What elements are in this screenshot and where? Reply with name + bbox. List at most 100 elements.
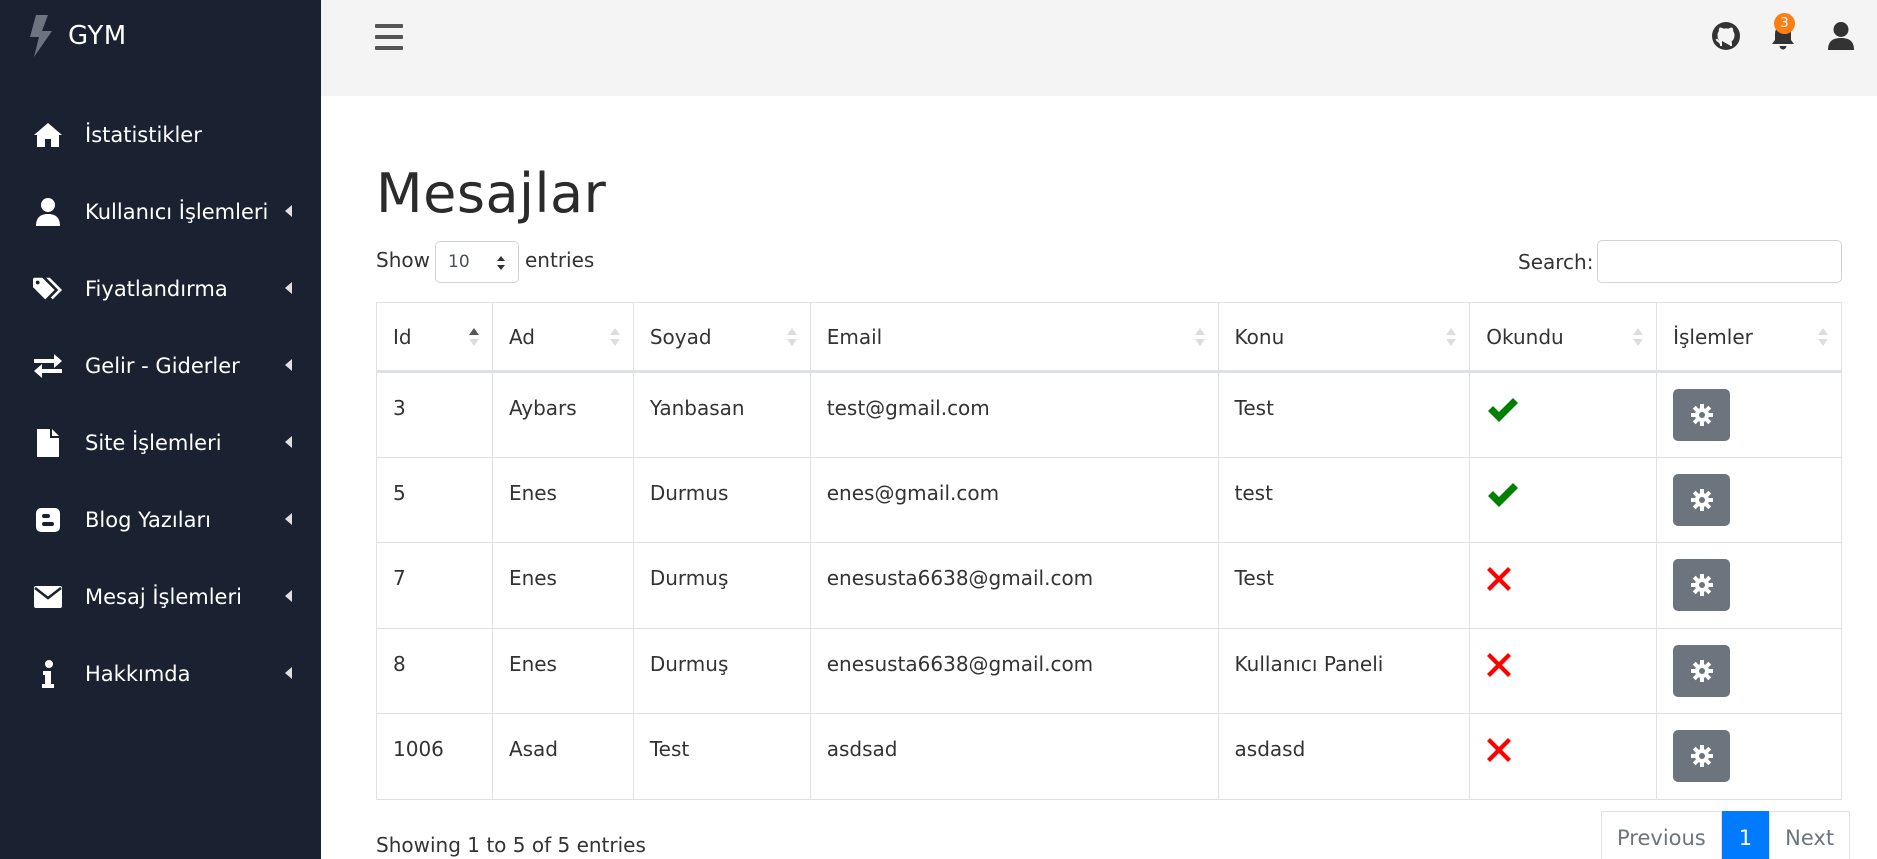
sidebar-item-istatistikler[interactable]: İstatistikler [0, 96, 321, 173]
file-icon [33, 428, 63, 458]
sidebar-item-label: İstatistikler [85, 122, 202, 147]
sidebar-item-fiyatlandirma[interactable]: Fiyatlandırma [0, 250, 321, 327]
previous-page-button[interactable]: Previous [1601, 811, 1722, 859]
cell-ad: Enes [491, 627, 634, 715]
cell-id: 3 [376, 371, 493, 458]
caret-left-icon [285, 666, 292, 679]
cross-icon [1487, 652, 1512, 677]
cell-email: asdsad [809, 713, 1219, 800]
gear-icon [1690, 659, 1713, 682]
menu-toggle-icon[interactable] [375, 24, 403, 50]
column-header-islemler[interactable]: İşlemler [1656, 302, 1842, 373]
column-header-okundu[interactable]: Okundu [1469, 302, 1658, 373]
caret-left-icon [285, 435, 292, 448]
cell-actions [1656, 627, 1842, 715]
caret-left-icon [285, 512, 292, 525]
column-header-id[interactable]: Id [376, 302, 493, 373]
table-row: 3 Aybars Yanbasan test@gmail.com Test [376, 371, 1842, 458]
cell-konu: asdasd [1217, 713, 1471, 800]
sidebar-item-label: Hakkımda [85, 661, 191, 686]
cell-soyad: Durmuş [632, 542, 811, 629]
settings-button[interactable] [1673, 730, 1731, 783]
sidebar-item-label: Gelir - Giderler [85, 353, 240, 378]
cell-konu: Test [1217, 371, 1471, 458]
entries-label: entries [525, 248, 595, 272]
sidebar-item-kullanici-islemleri[interactable]: Kullanıcı İşlemleri [0, 173, 321, 250]
cell-okundu [1469, 542, 1658, 629]
caret-left-icon [285, 281, 292, 294]
sidebar-item-hakkimda[interactable]: Hakkımda [0, 635, 321, 712]
cell-soyad: Durmuş [632, 627, 811, 715]
settings-button[interactable] [1673, 559, 1731, 612]
column-header-konu[interactable]: Konu [1217, 302, 1471, 373]
sort-icon [1633, 327, 1644, 346]
sidebar-item-blog-yazilari[interactable]: Blog Yazıları [0, 481, 321, 558]
cell-id: 5 [376, 456, 493, 544]
cell-okundu [1469, 456, 1658, 544]
column-header-soyad[interactable]: Soyad [632, 302, 811, 373]
sort-icon [1446, 327, 1457, 346]
settings-button[interactable] [1673, 644, 1731, 697]
topbar: 3 [321, 0, 1877, 96]
table-header-row: Id Ad Soyad Email Konu Okundu İşlemler [376, 302, 1842, 373]
table-info: Showing 1 to 5 of 5 entries [376, 833, 646, 857]
cell-email: enesusta6638@gmail.com [809, 627, 1219, 715]
cell-id: 8 [376, 627, 493, 715]
cell-email: enes@gmail.com [809, 456, 1219, 544]
sidebar-item-label: Site İşlemleri [85, 430, 222, 455]
sidebar-item-label: Kullanıcı İşlemleri [85, 199, 269, 224]
settings-button[interactable] [1673, 473, 1731, 526]
column-header-ad[interactable]: Ad [491, 302, 634, 373]
cell-ad: Enes [491, 542, 634, 629]
cell-email: enesusta6638@gmail.com [809, 542, 1219, 629]
brand[interactable]: GYM [0, 0, 321, 72]
sidebar-item-label: Fiyatlandırma [85, 276, 228, 301]
page-1-button[interactable]: 1 [1721, 811, 1770, 859]
brand-name: GYM [68, 21, 127, 51]
sidebar-item-label: Mesaj İşlemleri [85, 584, 242, 609]
user-icon [33, 197, 63, 227]
cell-okundu [1469, 627, 1658, 715]
table-row: 5 Enes Durmus enes@gmail.com test [376, 456, 1842, 544]
cell-ad: Asad [491, 713, 634, 800]
column-header-email[interactable]: Email [809, 302, 1219, 373]
sidebar-item-gelir-giderler[interactable]: Gelir - Giderler [0, 327, 321, 404]
check-icon [1488, 482, 1519, 507]
cross-icon [1487, 567, 1512, 592]
select-arrows-icon [497, 256, 505, 270]
cell-id: 1006 [376, 713, 493, 800]
cross-icon [1487, 738, 1512, 763]
notification-badge: 3 [1774, 13, 1795, 34]
cell-actions [1656, 456, 1842, 544]
caret-left-icon [285, 204, 292, 217]
sidebar: GYM İstatistikler Kullanıcı İşlemleri Fi… [0, 0, 321, 859]
github-icon[interactable] [1711, 21, 1741, 51]
page-length-select[interactable]: 10 [435, 241, 519, 283]
show-label: Show [376, 248, 430, 272]
cell-email: test@gmail.com [809, 371, 1219, 458]
gear-icon [1690, 488, 1713, 511]
cell-actions [1656, 713, 1842, 800]
gear-icon [1690, 574, 1713, 597]
exchange-icon [33, 351, 63, 381]
search-label: Search: [1518, 250, 1594, 274]
search-input[interactable] [1597, 240, 1842, 283]
sort-icon [1818, 327, 1828, 346]
sort-icon [786, 327, 797, 346]
sidebar-item-site-islemleri[interactable]: Site İşlemleri [0, 404, 321, 481]
table-row: 7 Enes Durmuş enesusta6638@gmail.com Tes… [376, 542, 1842, 629]
caret-left-icon [285, 589, 292, 602]
cell-soyad: Test [632, 713, 811, 800]
check-icon [1488, 398, 1519, 422]
sort-icon [1194, 327, 1205, 346]
sidebar-item-mesaj-islemleri[interactable]: Mesaj İşlemleri [0, 558, 321, 635]
next-page-button[interactable]: Next [1769, 811, 1851, 859]
user-profile-icon[interactable] [1826, 21, 1856, 51]
table-row: 1006 Asad Test asdsad asdasd [376, 713, 1842, 800]
blogger-icon [33, 505, 63, 535]
settings-button[interactable] [1673, 389, 1731, 441]
cell-konu: Test [1217, 542, 1471, 629]
table-row: 8 Enes Durmuş enesusta6638@gmail.com Kul… [376, 627, 1842, 715]
sort-asc-icon [468, 327, 479, 346]
bolt-icon [30, 15, 52, 57]
